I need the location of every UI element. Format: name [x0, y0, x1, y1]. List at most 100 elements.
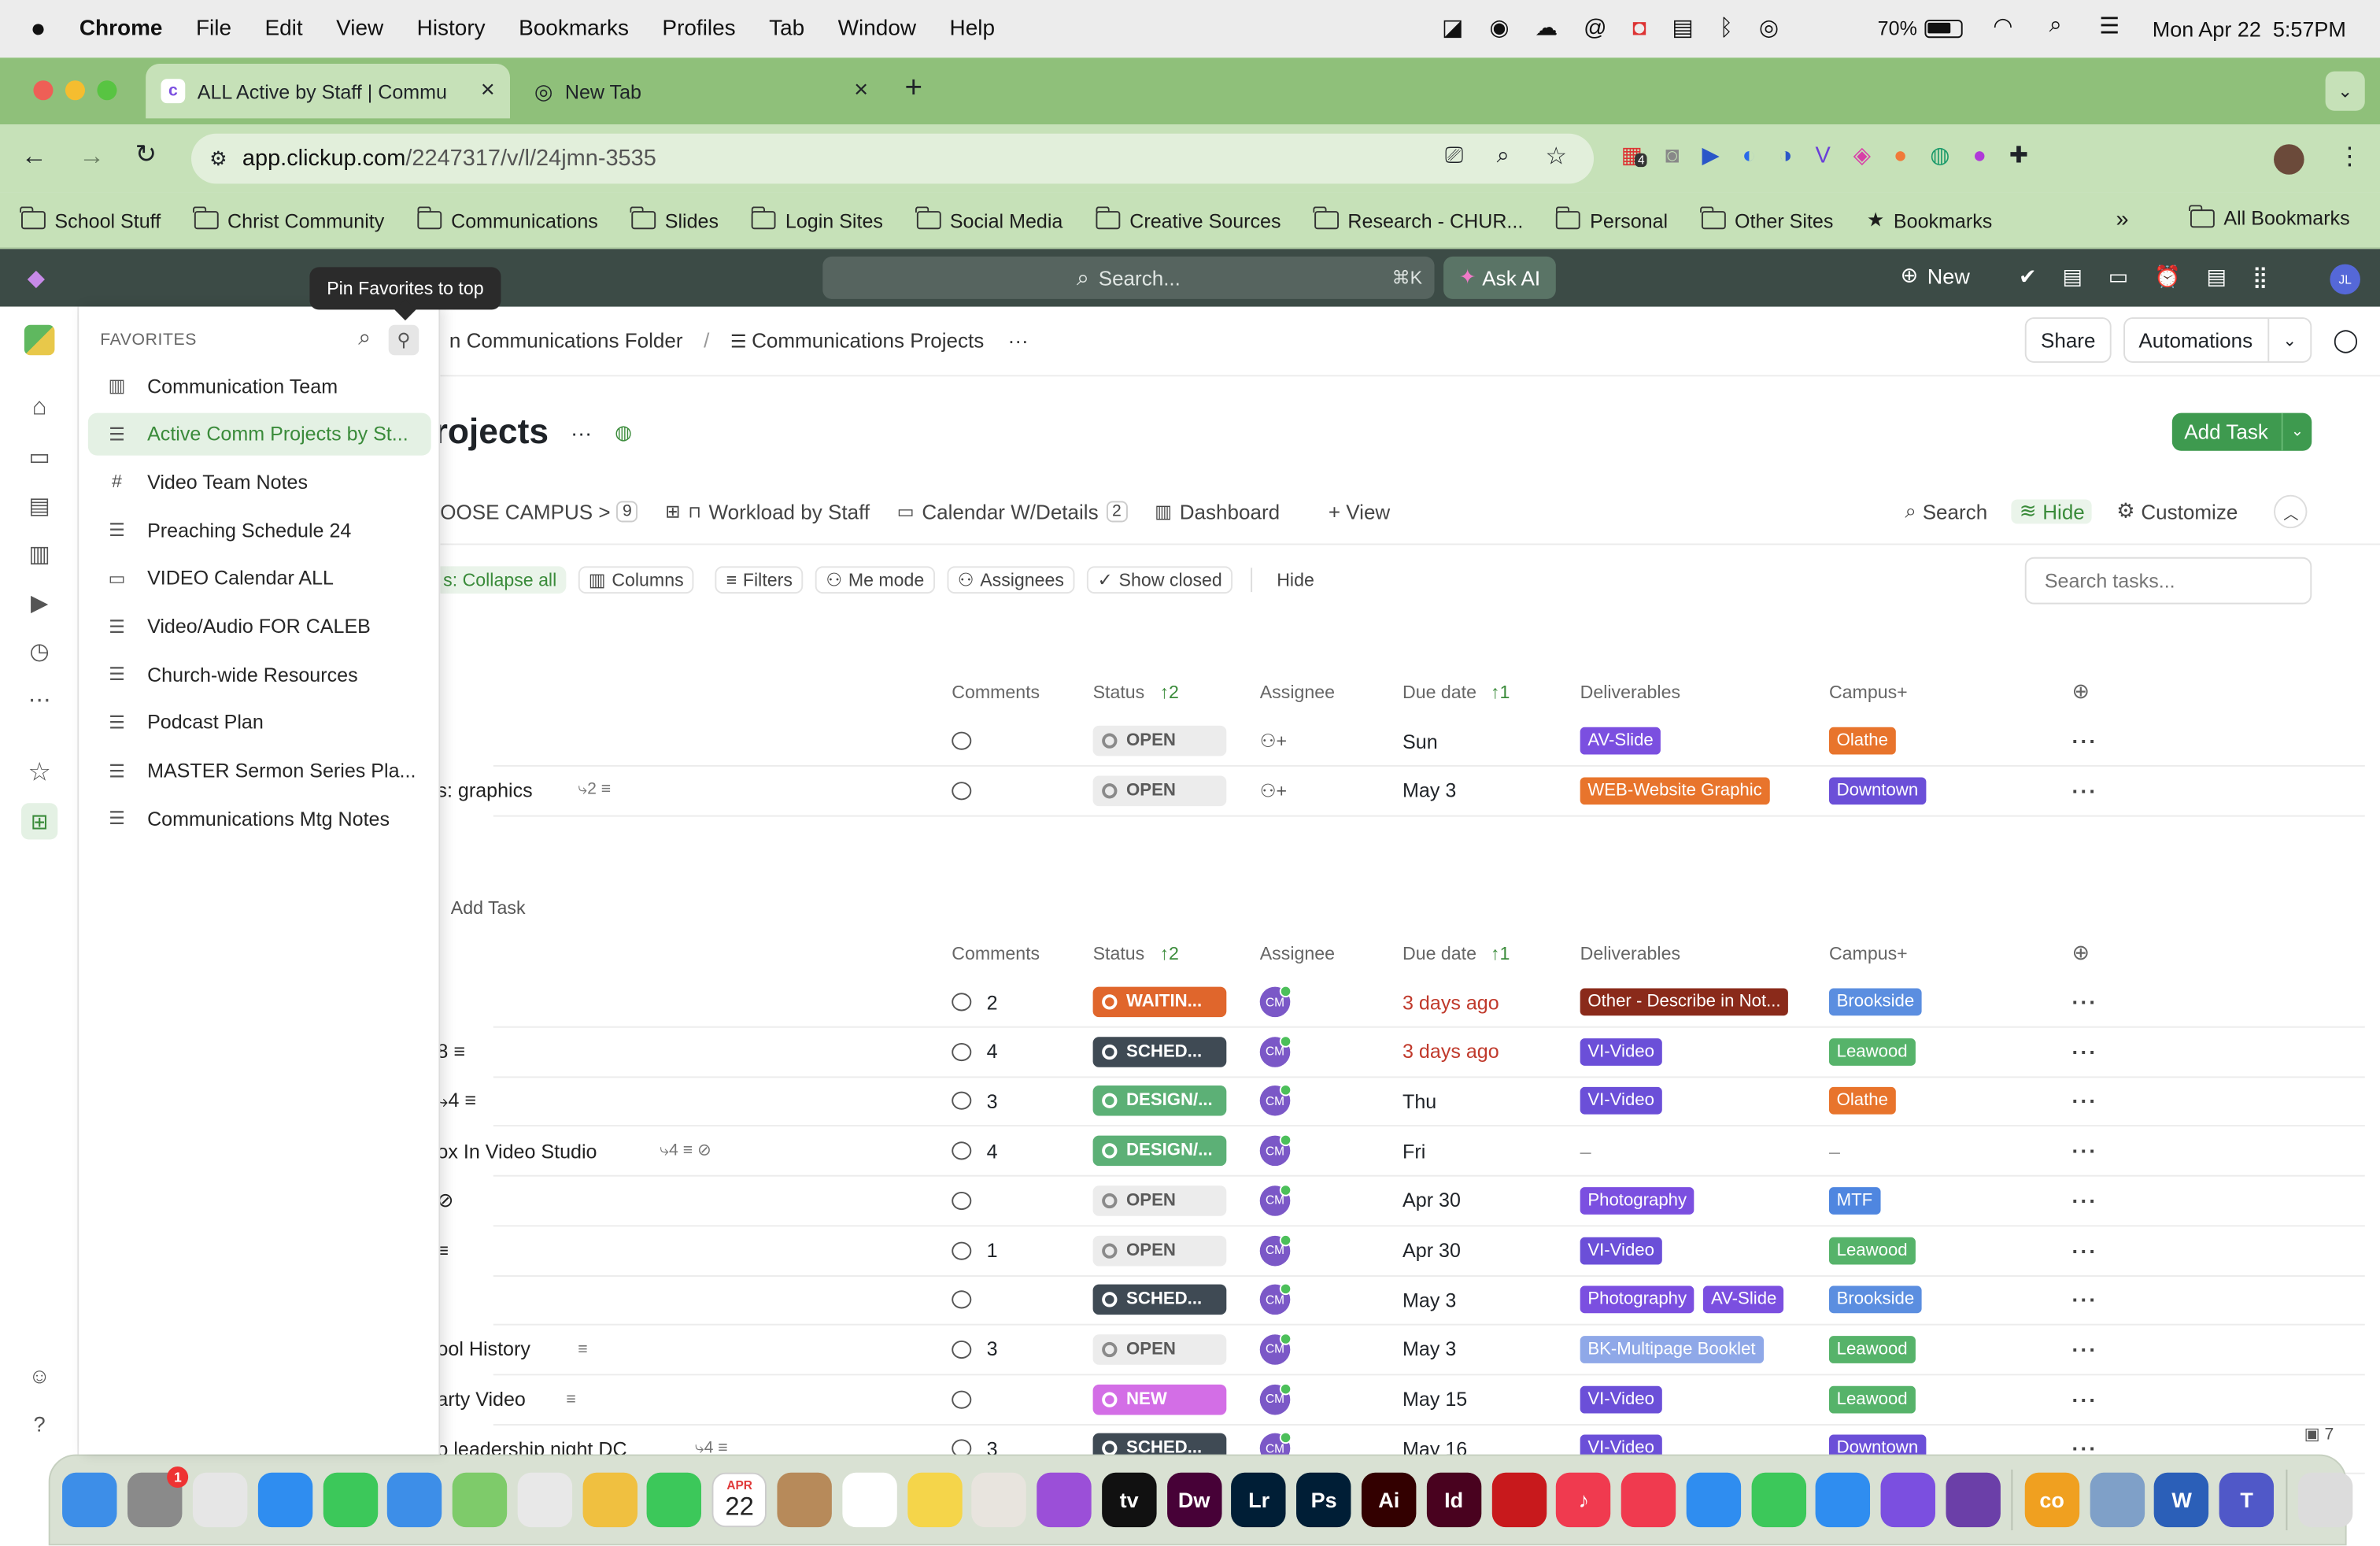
avatar[interactable]: CM	[1259, 985, 1292, 1018]
notepad-icon[interactable]: ▤	[2062, 264, 2082, 290]
corner-badge[interactable]: ▣ 7	[2304, 1424, 2334, 1444]
add-assignee-icon[interactable]: ⚇+	[1260, 730, 1287, 752]
status-leaf-icon[interactable]: ◍	[615, 420, 632, 445]
column-header-assignee[interactable]: Assignee	[1260, 943, 1335, 964]
favorite-item[interactable]: ☰ Video/Audio FOR CALEB	[88, 605, 431, 648]
apple-icon[interactable]: ●	[31, 13, 46, 44]
photos-icon[interactable]	[582, 1472, 638, 1528]
column-header-campus[interactable]: Campus+	[1829, 943, 1908, 964]
row-more-icon[interactable]: ···	[2072, 1176, 2098, 1225]
menu-view[interactable]: View	[336, 17, 383, 41]
assignee-cell[interactable]: CM	[1259, 1077, 1292, 1126]
extension-purple-icon[interactable]: ●	[1972, 142, 1986, 168]
help-icon[interactable]: ?	[21, 1406, 57, 1442]
deliverables-cell[interactable]: Photography AV-Slide	[1580, 1275, 1785, 1324]
comments-cell[interactable]: 4	[952, 1126, 998, 1175]
table-row[interactable]: SCHED... CM May 3 Photography AV-Slide Brooks…	[493, 1275, 2365, 1326]
assignee-cell[interactable]: CM	[1259, 1275, 1292, 1324]
check-circle-icon[interactable]: ✔	[2019, 264, 2037, 290]
row-more-icon[interactable]: ···	[2072, 1226, 2098, 1274]
add-assignee-icon[interactable]: ⚇+	[1260, 780, 1287, 801]
task-name[interactable]: ox In Video Studio	[437, 1126, 597, 1175]
wifi-icon[interactable]: ◠	[1993, 12, 2012, 39]
video-icon[interactable]: ▭	[2108, 264, 2129, 290]
lightroom-icon[interactable]: Lr	[1231, 1472, 1287, 1528]
task-name[interactable]: ool History	[437, 1325, 530, 1374]
bookmark-folder[interactable]: School Stuff	[20, 206, 161, 231]
clips-icon[interactable]: ▶	[21, 585, 57, 621]
profile-avatar[interactable]	[2274, 144, 2304, 175]
mail-icon[interactable]	[387, 1472, 442, 1528]
campus-cell[interactable]: Leawood	[1828, 1027, 1916, 1076]
status-cell[interactable]: OPEN	[1092, 1325, 1227, 1374]
table-row[interactable]: ox In Video Studio ⤷4 ≡ ⊘ 4 DESIGN/... CM Fri…	[437, 1126, 2365, 1177]
assignee-cell[interactable]: CM	[1259, 978, 1292, 1026]
numbers-icon[interactable]	[1751, 1472, 1806, 1528]
favorite-item[interactable]: ☰ Active Comm Projects by St...	[87, 412, 431, 455]
chevron-down-icon[interactable]: ⌄	[2281, 412, 2312, 451]
acrobat-icon[interactable]	[1491, 1472, 1547, 1528]
comments-cell[interactable]: 1	[952, 1226, 998, 1274]
chrome-menu-icon[interactable]: ⋮	[2338, 141, 2362, 172]
due-date[interactable]: Apr 30	[1402, 1226, 1461, 1274]
status-cell[interactable]: DESIGN/...	[1092, 1077, 1227, 1126]
columns-button[interactable]: ▥ Columns	[578, 566, 695, 594]
docs-icon[interactable]: ▤	[21, 487, 57, 523]
status-sort-badge[interactable]: ↑2	[1159, 682, 1178, 703]
extension-v-icon[interactable]: V	[1815, 142, 1830, 168]
deliverables-cell[interactable]: WEB-Website Graphic	[1580, 766, 1770, 815]
task-name[interactable]: 8 ≡	[437, 1027, 465, 1076]
campus-cell[interactable]: Olathe	[1828, 1077, 1896, 1126]
home-icon[interactable]: ⌂	[21, 390, 57, 427]
assignee-cell[interactable]: ⚇+	[1260, 766, 1287, 815]
status-cell[interactable]: SCHED...	[1092, 1275, 1227, 1324]
table-row[interactable]: 8 ≡ 4 SCHED... CM 3 days ago VI-Video Leawood ·…	[437, 1027, 2365, 1078]
search-favorites-icon[interactable]: ⌕	[358, 325, 371, 351]
table-row[interactable]: OPEN ⚇+ Sun AV-Slide Olathe ···	[493, 716, 2365, 767]
automations-button[interactable]: Automations ⌄	[2123, 317, 2312, 363]
filters-button[interactable]: ≡ Filters	[715, 566, 804, 594]
install-app-icon[interactable]: ⎚	[1445, 142, 1463, 168]
forward-icon[interactable]: →	[79, 141, 105, 172]
bookmarks-overflow-icon[interactable]: »	[2116, 206, 2128, 232]
menu-bookmarks[interactable]: Bookmarks	[519, 17, 629, 41]
extension-play-icon[interactable]: ▶	[1702, 141, 1719, 168]
column-header-comments[interactable]: Comments	[952, 682, 1040, 703]
due-date[interactable]: Apr 30	[1402, 1176, 1461, 1225]
bookmark-folder[interactable]: Research - CHUR...	[1313, 206, 1523, 231]
zoom-window-button[interactable]	[97, 80, 117, 101]
bookmark-folder[interactable]: Login Sites	[751, 206, 883, 231]
status-badge[interactable]: SCHED...	[1092, 1036, 1227, 1067]
new-tab-button[interactable]: +	[904, 72, 922, 106]
extension-accessibility-icon[interactable]: ◑	[1779, 142, 1792, 168]
favorite-item[interactable]: ☰ MASTER Sermon Series Pla...	[88, 749, 431, 792]
column-header-due[interactable]: Due date	[1402, 682, 1476, 703]
clickup-search-bar[interactable]: ⌕ Search... ⌘K	[822, 256, 1435, 299]
tab-active[interactable]: c ALL Active by Staff | Commu ×	[146, 64, 511, 119]
menu-profiles[interactable]: Profiles	[662, 17, 735, 41]
trash-icon[interactable]	[2297, 1472, 2353, 1528]
table-row[interactable]: ≡ 1 OPEN CM Apr 30 VI-Video Leawood ···	[437, 1226, 2365, 1276]
chevron-down-icon[interactable]: ⌄	[2267, 319, 2310, 362]
extensions-puzzle-icon[interactable]: ✚	[2009, 141, 2028, 168]
close-tab-icon[interactable]: ×	[481, 77, 495, 105]
chat-icon[interactable]: ◯	[2333, 327, 2358, 354]
menu-tab[interactable]: Tab	[769, 17, 804, 41]
deliverables-cell[interactable]: VI-Video	[1580, 1027, 1662, 1076]
row-more-icon[interactable]: ···	[2072, 1126, 2098, 1175]
ask-ai-button[interactable]: ✦ Ask AI	[1443, 256, 1556, 299]
table-row[interactable]: ool History ≡ 3 OPEN CM May 3 BK-Multipage Boo…	[437, 1325, 2365, 1376]
workspace-logo-icon[interactable]	[24, 324, 55, 356]
favorite-item[interactable]: ☰ Communications Mtg Notes	[88, 797, 431, 840]
avatar[interactable]: CM	[1259, 1283, 1292, 1315]
messages-icon[interactable]	[322, 1472, 378, 1528]
new-button[interactable]: ⊕ New	[1901, 263, 1970, 289]
deliverables-cell[interactable]: VI-Video	[1580, 1375, 1662, 1424]
customize-button[interactable]: ⚙ Customize	[2116, 500, 2238, 524]
breadcrumb-list[interactable]: Communications Projects	[752, 330, 984, 353]
zoom-icon[interactable]: ⌕	[1497, 142, 1510, 168]
back-icon[interactable]: ←	[21, 141, 47, 172]
menu-help[interactable]: Help	[950, 17, 996, 41]
preview-icon[interactable]	[2089, 1472, 2145, 1528]
menu-file[interactable]: File	[196, 17, 231, 41]
